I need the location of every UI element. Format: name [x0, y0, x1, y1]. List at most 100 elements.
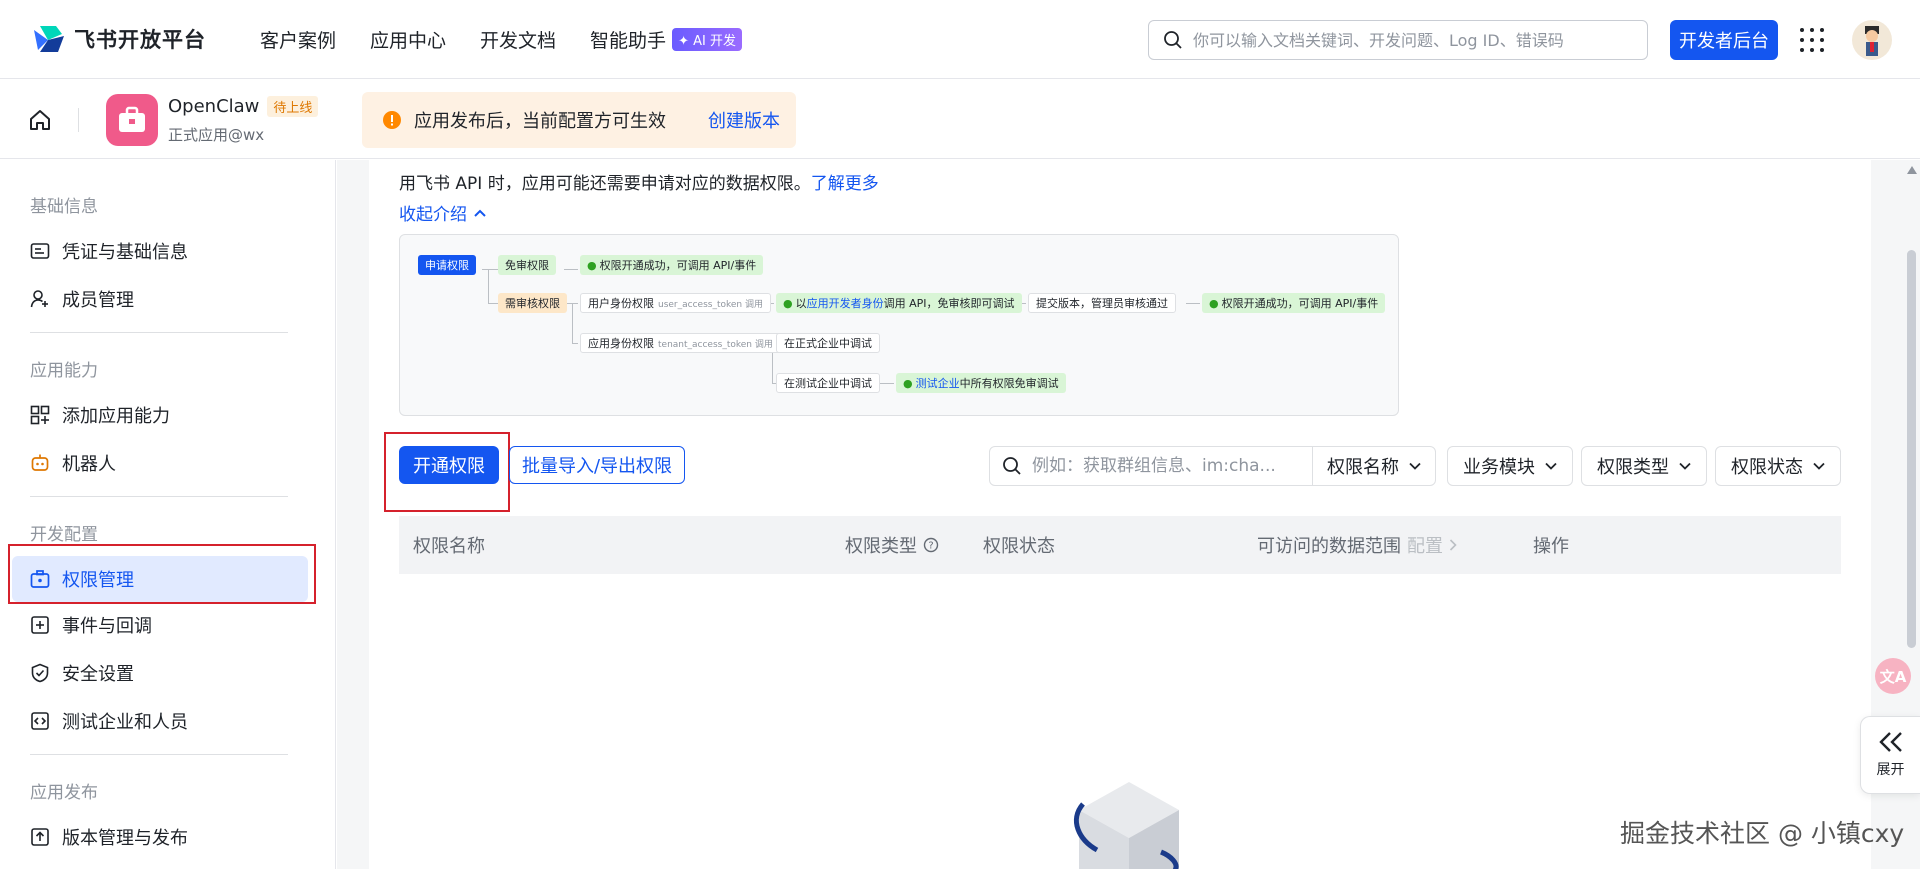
- flow-user-token-label: user_access_token 调用: [658, 299, 763, 310]
- sidebar-item-security[interactable]: 安全设置: [12, 650, 308, 696]
- sidebar-item-label: 测试企业和人员: [62, 712, 188, 733]
- app-avatar: [106, 94, 158, 146]
- sidebar-item-add-capability[interactable]: 添加应用能力: [12, 392, 308, 438]
- event-icon: [31, 616, 49, 634]
- permission-search-input[interactable]: [1032, 456, 1292, 476]
- sidebar-item-events[interactable]: 事件与回调: [12, 602, 308, 648]
- upload-icon: [31, 828, 49, 846]
- home-icon[interactable]: [28, 108, 52, 132]
- flow-dev-link[interactable]: 应用开发者身份: [807, 295, 884, 311]
- sidebar-item-bot[interactable]: 机器人: [12, 440, 308, 486]
- ai-badge-label: AI 开发: [693, 34, 736, 49]
- flow-app-perm-label: 应用身份权限: [588, 337, 654, 350]
- scope-config-link[interactable]: 配置: [1407, 532, 1443, 558]
- flow-step-test-free: ● 测试企业 中所有权限免审调试: [896, 373, 1066, 393]
- shield-icon: [31, 663, 49, 683]
- flow-step-apply: 申请权限: [418, 255, 476, 275]
- developer-console-button[interactable]: 开发者后台: [1670, 20, 1778, 60]
- brand-name: 飞书开放平台: [74, 28, 206, 52]
- th-scope: 可访问的数据范围 配置: [1257, 532, 1457, 558]
- type-filter-label: 权限类型: [1597, 457, 1669, 478]
- th-status: 权限状态: [983, 536, 1055, 557]
- user-add-icon: [30, 290, 48, 308]
- flow-step-success: ● 权限开通成功，可调用 API/事件: [580, 255, 764, 275]
- flow-dev-prefix: 以: [795, 297, 807, 310]
- doc-search-box[interactable]: [1148, 20, 1648, 60]
- scroll-up-arrow-icon[interactable]: [1907, 166, 1917, 174]
- flow-success-label: 权限开通成功，可调用 API/事件: [599, 259, 757, 272]
- flow-app-token-label: tenant_access_token 调用: [658, 339, 773, 350]
- nav-item-assistant[interactable]: 智能助手 ✦ AI 开发: [590, 26, 742, 53]
- brand-logo[interactable]: 飞书开放平台: [32, 24, 206, 54]
- check-circle-icon: ●: [783, 296, 793, 310]
- svg-text:?: ?: [928, 541, 933, 552]
- type-filter-select[interactable]: 权限类型: [1581, 446, 1707, 486]
- ai-badge: ✦ AI 开发: [672, 28, 742, 51]
- sidebar-divider: [30, 754, 288, 755]
- nav-item-docs[interactable]: 开发文档: [480, 26, 556, 53]
- search-icon: [1164, 31, 1182, 49]
- flow-step-submit: 提交版本，管理员审核通过: [1028, 293, 1176, 313]
- check-circle-icon: ●: [587, 258, 597, 272]
- flow-step-app-perm: 应用身份权限 tenant_access_token 调用: [580, 333, 781, 353]
- app-name: OpenClaw: [168, 96, 260, 117]
- expand-panel-button[interactable]: 展开: [1860, 716, 1920, 794]
- create-version-link[interactable]: 创建版本: [708, 107, 780, 133]
- search-field-select[interactable]: 权限名称: [1312, 446, 1436, 486]
- sidebar-item-label: 安全设置: [62, 664, 134, 685]
- sidebar-highlight-box: [8, 544, 316, 604]
- collapse-intro-toggle[interactable]: 收起介绍: [399, 200, 487, 225]
- empty-box-illustration: [1073, 782, 1179, 869]
- app-header: OpenClaw 待上线 正式应用@wx 应用发布后，当前配置方可生效 创建版本: [0, 80, 1920, 159]
- header-divider: [78, 108, 79, 132]
- top-nav: 飞书开放平台 客户案例 应用中心 开发文档 智能助手 ✦ AI 开发 开发者后台: [0, 0, 1920, 79]
- check-circle-icon: ●: [1209, 296, 1219, 310]
- sidebar-item-versions[interactable]: 版本管理与发布: [12, 814, 308, 860]
- code-icon: [31, 712, 49, 730]
- chevron-down-icon: [1813, 462, 1825, 470]
- flow-test-suffix: 中所有权限免审调试: [959, 377, 1059, 390]
- sidebar-section-basic: 基础信息: [30, 197, 98, 217]
- permission-table-header: 权限名称 权限类型 ? 权限状态 可访问的数据范围 配置 操作: [399, 516, 1841, 574]
- robot-icon: [31, 454, 49, 471]
- watermark: 掘金技术社区 @ 小镇cxy: [1620, 819, 1905, 848]
- notice-text: 应用发布后，当前配置方可生效: [414, 111, 666, 132]
- translate-icon[interactable]: 文A: [1875, 658, 1911, 694]
- expand-label: 展开: [1876, 762, 1905, 778]
- collapse-label: 收起介绍: [399, 205, 467, 225]
- doc-search-input[interactable]: [1193, 30, 1633, 50]
- th-scope-label: 可访问的数据范围: [1257, 536, 1401, 557]
- sidebar-item-label: 凭证与基础信息: [62, 242, 188, 263]
- briefcase-icon: [119, 106, 145, 132]
- sidebar-item-label: 事件与回调: [62, 616, 152, 637]
- nav-item-app-center[interactable]: 应用中心: [370, 26, 446, 53]
- batch-import-export-button[interactable]: 批量导入/导出权限: [509, 446, 685, 484]
- help-circle-icon[interactable]: ?: [923, 537, 939, 553]
- apps-grid-icon[interactable]: [1800, 28, 1824, 52]
- permission-page: 用飞书 API 时，应用可能还需要申请对应的数据权限。了解更多 收起介绍 申请权…: [369, 160, 1871, 869]
- check-circle-icon: ●: [903, 376, 913, 390]
- chevron-down-icon: [1409, 462, 1421, 470]
- nav-item-cases[interactable]: 客户案例: [260, 26, 336, 53]
- module-filter-select[interactable]: 业务模块: [1447, 446, 1573, 486]
- learn-more-link[interactable]: 了解更多: [811, 174, 879, 194]
- scrollbar-thumb[interactable]: [1907, 250, 1916, 648]
- th-type: 权限类型 ?: [845, 532, 939, 558]
- flow-test-link[interactable]: 测试企业: [916, 375, 960, 391]
- sidebar-item-label: 成员管理: [62, 290, 134, 311]
- sidebar-item-members[interactable]: 成员管理: [12, 276, 308, 322]
- avatar-figure-icon: [1865, 26, 1879, 56]
- permission-search-box[interactable]: [989, 446, 1313, 486]
- sidebar-section-release: 应用发布: [30, 783, 98, 803]
- main-nav: 客户案例 应用中心 开发文档 智能助手 ✦ AI 开发: [260, 26, 742, 53]
- nav-item-assistant-label: 智能助手: [590, 30, 667, 52]
- app-title: OpenClaw 待上线: [168, 96, 319, 117]
- sidebar-item-test-tenant[interactable]: 测试企业和人员: [12, 698, 308, 744]
- intro-text: 用飞书 API 时，应用可能还需要申请对应的数据权限。: [399, 174, 811, 194]
- sidebar-item-label: 版本管理与发布: [62, 828, 188, 849]
- status-filter-select[interactable]: 权限状态: [1715, 446, 1841, 486]
- th-type-label: 权限类型: [845, 536, 917, 557]
- feishu-logo-icon: [34, 26, 64, 52]
- sidebar-item-credentials[interactable]: 凭证与基础信息: [12, 228, 308, 274]
- user-avatar[interactable]: [1852, 20, 1892, 60]
